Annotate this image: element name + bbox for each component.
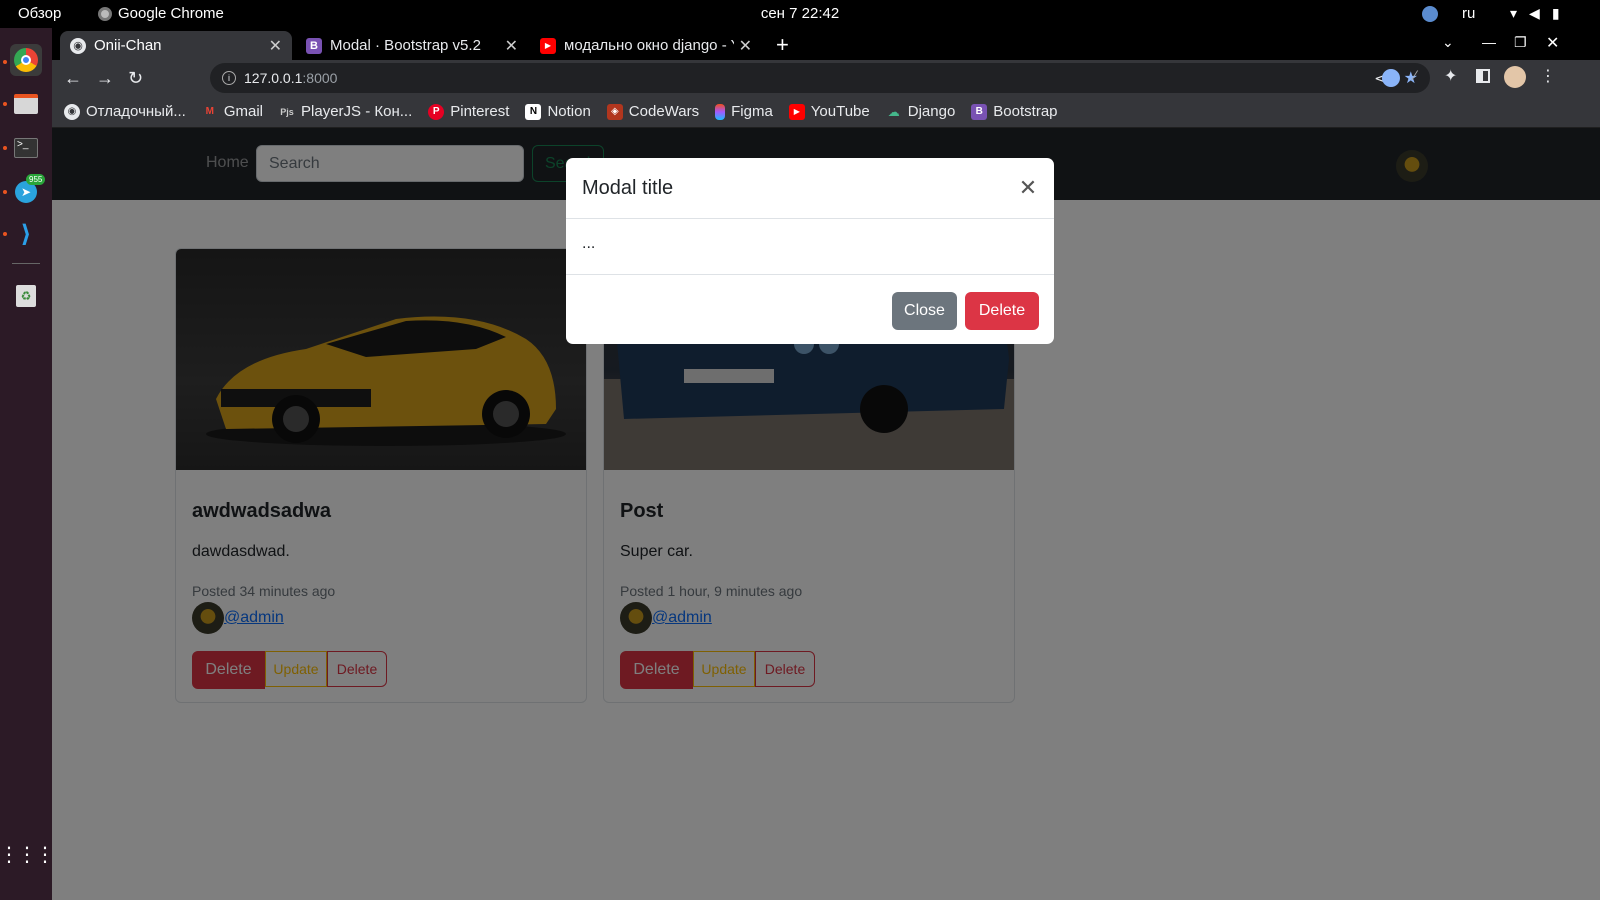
chrome-window: ◉ Onii-Chan ✕ B Modal · Bootstrap v5.2 ✕…: [52, 28, 1600, 900]
trash-dock-icon[interactable]: ♻: [10, 280, 42, 312]
tab-search-icon[interactable]: ⌄: [1442, 34, 1454, 51]
modal-body: ...: [566, 219, 1054, 275]
clock[interactable]: сен 7 22:42: [0, 5, 1600, 22]
django-icon: ☁: [887, 104, 900, 119]
playerjs-icon: Pjs: [280, 106, 294, 117]
close-window-icon[interactable]: ✕: [1546, 33, 1559, 53]
profile-avatar[interactable]: [1504, 66, 1526, 88]
chrome-menu-icon[interactable]: ⋮: [1540, 66, 1556, 86]
chrome-dock-icon[interactable]: [10, 44, 42, 76]
figma-icon: [715, 103, 726, 120]
modal-close-button[interactable]: Close: [892, 292, 957, 330]
bookmark-codewars[interactable]: ◈ CodeWars: [606, 103, 699, 120]
notion-icon: N: [525, 103, 542, 120]
codewars-icon: ◈: [606, 103, 623, 120]
bookmark-youtube[interactable]: ▶ YouTube: [788, 103, 870, 120]
telegram-dock-icon[interactable]: ➤ 955: [10, 174, 46, 208]
restore-icon[interactable]: ❐: [1514, 34, 1527, 51]
browser-toolbar: ← → ↻ i 127.0.0.1:8000 ⋖ ★ ⁄ ✦ ⋮: [52, 60, 1600, 96]
ubuntu-dock: >_ ➤ 955 ⟩ ♻ ⋮⋮⋮: [0, 28, 55, 900]
url-port: :8000: [302, 70, 338, 86]
files-dock-icon[interactable]: [10, 88, 42, 120]
bookmark-bootstrap[interactable]: B Bootstrap: [971, 103, 1058, 120]
bookmark-pinterest[interactable]: P Pinterest: [428, 103, 509, 120]
bookmark-playerjs[interactable]: Pjs PlayerJS - Кон...: [279, 103, 412, 120]
bookmark-notion[interactable]: N Notion: [525, 103, 591, 120]
dock-separator: [12, 263, 40, 264]
confirm-modal: Modal title ✕ ... Close Delete: [566, 158, 1054, 344]
site-info-icon[interactable]: i: [222, 71, 236, 85]
tab-title: Onii-Chan: [94, 37, 162, 54]
reload-icon[interactable]: ↻: [128, 68, 143, 89]
wifi-icon: ▾: [1510, 5, 1518, 21]
web-page: Home Search Search: [52, 128, 1600, 900]
running-indicator: [3, 102, 7, 106]
running-indicator: [3, 146, 7, 150]
close-tab-icon[interactable]: ✕: [269, 36, 282, 56]
bookmark-debug[interactable]: ◉ Отладочный...: [64, 103, 186, 120]
tab-youtube[interactable]: ▶ модально окно django - Y ✕: [530, 31, 762, 60]
close-icon[interactable]: ✕: [1016, 175, 1040, 200]
terminal-dock-icon[interactable]: >_: [10, 132, 42, 164]
pinterest-icon: P: [428, 103, 445, 120]
bookmarks-bar: ◉ Отладочный... M Gmail Pjs PlayerJS - Кон.…: [52, 96, 1600, 128]
tab-title: Modal · Bootstrap v5.2: [330, 37, 481, 54]
bootstrap-icon: B: [306, 37, 322, 54]
youtube-icon: ▶: [540, 37, 556, 54]
show-apps-icon[interactable]: ⋮⋮⋮: [0, 838, 55, 870]
globe-icon: ◉: [70, 37, 86, 54]
tab-bootstrap-modal[interactable]: B Modal · Bootstrap v5.2 ✕: [296, 31, 528, 60]
close-tab-icon[interactable]: ✕: [734, 35, 752, 56]
new-tab-icon[interactable]: +: [776, 32, 789, 58]
globe-icon: ◉: [64, 103, 80, 120]
system-tray[interactable]: ▾ ◀ ▮: [1510, 5, 1560, 22]
url-host: 127.0.0.1: [244, 70, 303, 86]
modal-footer: Close Delete: [566, 275, 1054, 343]
running-indicator: [3, 190, 7, 194]
tab-title: модально окно django - Y: [564, 37, 734, 54]
running-indicator: [3, 232, 7, 236]
bookmark-django[interactable]: ☁ Django: [886, 103, 956, 120]
volume-icon: ◀: [1529, 5, 1540, 21]
color-picker-icon[interactable]: ⁄: [1414, 67, 1416, 83]
modal-header: Modal title ✕: [566, 158, 1054, 219]
minimize-icon[interactable]: —: [1482, 34, 1496, 50]
bookmark-figma[interactable]: Figma: [715, 103, 773, 120]
bootstrap-icon: B: [971, 103, 988, 120]
running-indicator: [3, 60, 7, 64]
address-bar[interactable]: i 127.0.0.1:8000 ⋖ ★: [210, 63, 1430, 93]
close-tab-icon[interactable]: ✕: [505, 36, 518, 56]
vscode-dock-icon[interactable]: ⟩: [10, 218, 42, 250]
system-top-bar: Обзор Google Chrome сен 7 22:42 ru ▾ ◀ ▮: [0, 0, 1600, 28]
tab-strip: ◉ Onii-Chan ✕ B Modal · Bootstrap v5.2 ✕…: [52, 28, 1600, 60]
gmail-icon: M: [205, 106, 215, 117]
side-panel-icon[interactable]: [1476, 69, 1490, 83]
telegram-unread-badge: 955: [26, 174, 46, 185]
keyboard-layout[interactable]: ru: [1462, 5, 1475, 22]
power-icon: ▮: [1551, 5, 1560, 21]
youtube-icon: ▶: [788, 103, 805, 120]
back-icon[interactable]: ←: [64, 68, 82, 89]
extension-lens-icon[interactable]: [1382, 69, 1400, 87]
extensions-puzzle-icon[interactable]: ✦: [1444, 66, 1457, 86]
forward-icon[interactable]: →: [96, 68, 114, 89]
globe-status-icon[interactable]: [1422, 6, 1438, 22]
modal-delete-button[interactable]: Delete: [965, 292, 1039, 330]
bookmark-gmail[interactable]: M Gmail: [202, 103, 263, 120]
modal-title: Modal title: [582, 176, 674, 199]
tab-onii-chan[interactable]: ◉ Onii-Chan ✕: [60, 31, 292, 60]
